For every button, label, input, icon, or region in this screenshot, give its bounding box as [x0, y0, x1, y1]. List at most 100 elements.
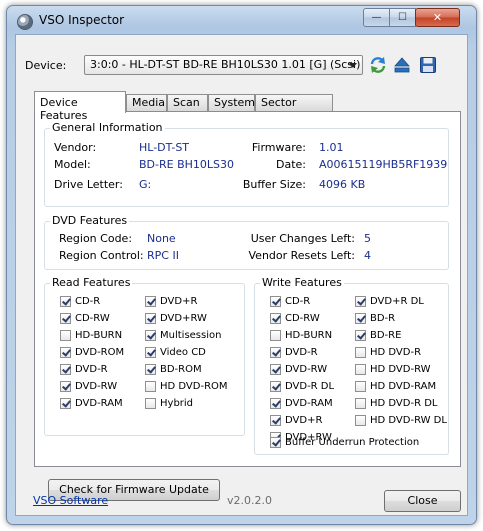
vendor-label: Vendor:	[54, 141, 97, 154]
checkmark-icon	[355, 296, 366, 307]
read-features-group: Read Features CD-R CD-RW HD-BURN DVD-ROM DVD…	[44, 276, 245, 436]
feature-checkbox[interactable]: DVD-ROM	[60, 347, 124, 361]
checkbox-empty-icon	[355, 415, 366, 426]
feature-checkbox[interactable]: DVD+RW	[145, 313, 207, 327]
checkmark-icon	[60, 398, 71, 409]
tab-system[interactable]: System	[208, 94, 255, 111]
tab-scan[interactable]: Scan	[167, 94, 208, 111]
feature-label: DVD-RAM	[285, 398, 333, 409]
feature-checkbox[interactable]: DVD-RAM	[60, 398, 123, 412]
feature-label: DVD+RW	[160, 313, 207, 324]
feature-checkbox[interactable]: DVD+R	[270, 415, 322, 429]
checkmark-icon	[60, 313, 71, 324]
feature-checkbox[interactable]: HD-BURN	[60, 330, 122, 344]
feature-checkbox[interactable]: Hybrid	[145, 398, 193, 412]
close-window-button[interactable]: ✕	[415, 8, 460, 27]
feature-checkbox[interactable]: CD-RW	[270, 313, 320, 327]
maximize-button[interactable]: ☐	[389, 8, 416, 27]
feature-checkbox[interactable]: BD-RE	[355, 330, 401, 344]
device-label: Device:	[25, 59, 67, 72]
write-features-title: Write Features	[260, 276, 344, 289]
feature-checkbox[interactable]: DVD+R DL	[355, 296, 424, 310]
model-label: Model:	[54, 158, 91, 171]
app-window: VSO Inspector — ☐ ✕ Device: 3:0:0 - HL-D…	[6, 5, 477, 525]
client-area: Device: 3:0:0 - HL-DT-ST BD-RE BH10LS30 …	[15, 34, 468, 516]
feature-checkbox[interactable]: DVD-RW	[60, 381, 117, 395]
feature-label: HD-BURN	[75, 330, 123, 341]
write-features-group: Write Features CD-R CD-RW HD-BURN DVD-R DVD-…	[254, 276, 449, 455]
checkbox-empty-icon	[145, 398, 156, 409]
feature-label: DVD-R	[285, 347, 318, 358]
feature-label: Hybrid	[160, 398, 194, 409]
feature-checkbox[interactable]: DVD+R	[145, 296, 197, 310]
feature-checkbox[interactable]: BD-R	[355, 313, 395, 327]
buffer-size-label: Buffer Size:	[242, 178, 306, 191]
feature-label: HD DVD-ROM	[160, 381, 228, 392]
feature-checkbox[interactable]: DVD-R	[270, 347, 318, 361]
checkbox-empty-icon	[145, 381, 156, 392]
feature-checkbox[interactable]: HD-BURN	[270, 330, 332, 344]
feature-checkbox[interactable]: CD-R	[270, 296, 310, 310]
checkmark-icon	[270, 313, 281, 324]
feature-label: DVD-RW	[285, 364, 328, 375]
buffer-underrun-label: Buffer Underrun Protection	[285, 437, 420, 448]
checkmark-icon	[270, 437, 281, 448]
feature-checkbox[interactable]: CD-RW	[60, 313, 110, 327]
region-code-value: None	[147, 232, 176, 245]
feature-label: DVD-ROM	[75, 347, 125, 358]
checkmark-icon	[145, 313, 156, 324]
tab-sector-viewer[interactable]: Sector Viewer	[255, 94, 333, 122]
feature-checkbox[interactable]: Video CD	[145, 347, 206, 361]
tab-device-features[interactable]: Device Features	[34, 91, 126, 122]
tab-media[interactable]: Media	[126, 94, 167, 111]
feature-label: CD-R	[75, 296, 101, 307]
feature-checkbox[interactable]: DVD-R DL	[270, 381, 334, 395]
checkbox-empty-icon	[355, 381, 366, 392]
dropdown-arrow-icon	[349, 63, 357, 68]
region-control-value: RPC II	[147, 249, 179, 262]
general-info-group: General Information Vendor: HL-DT-ST Mod…	[44, 121, 449, 207]
feature-checkbox[interactable]: DVD-RW	[270, 364, 327, 378]
checkmark-icon	[145, 364, 156, 375]
feature-label: DVD-RW	[75, 381, 118, 392]
feature-checkbox[interactable]: HD DVD-RAM	[355, 381, 436, 395]
checkmark-icon	[60, 381, 71, 392]
feature-label: DVD-R	[75, 364, 108, 375]
checkbox-empty-icon	[355, 398, 366, 409]
eject-icon[interactable]	[393, 56, 411, 74]
feature-checkbox[interactable]: DVD-RAM	[270, 398, 333, 412]
feature-label: HD DVD-RW DL	[370, 415, 447, 426]
vso-software-link[interactable]: VSO Software	[33, 494, 108, 507]
title-bar[interactable]: VSO Inspector — ☐ ✕	[7, 6, 476, 34]
feature-label: HD DVD-R DL	[370, 398, 438, 409]
feature-checkbox[interactable]: Multisession	[145, 330, 221, 344]
device-dropdown[interactable]: 3:0:0 - HL-DT-ST BD-RE BH10LS30 1.01 [G]…	[84, 55, 363, 75]
checkmark-icon	[145, 347, 156, 358]
checkmark-icon	[270, 364, 281, 375]
save-icon[interactable]	[419, 56, 437, 74]
feature-checkbox[interactable]: CD-R	[60, 296, 100, 310]
device-features-panel: General Information Vendor: HL-DT-ST Mod…	[34, 111, 461, 501]
minimize-button[interactable]: —	[363, 8, 390, 27]
checkmark-icon	[355, 330, 366, 341]
feature-label: DVD+R	[160, 296, 198, 307]
vendor-resets-label: Vendor Resets Left:	[248, 249, 356, 262]
feature-checkbox[interactable]: BD-ROM	[145, 364, 202, 378]
feature-checkbox[interactable]: HD DVD-RW DL	[355, 415, 447, 429]
buffer-underrun-checkbox[interactable]: Buffer Underrun Protection	[270, 437, 419, 451]
checkbox-empty-icon	[355, 364, 366, 375]
feature-label: HD DVD-RW	[370, 364, 431, 375]
checkmark-icon	[145, 296, 156, 307]
feature-label: BD-ROM	[160, 364, 202, 375]
feature-checkbox[interactable]: HD DVD-R DL	[355, 398, 437, 412]
feature-checkbox[interactable]: HD DVD-RW	[355, 364, 431, 378]
close-button[interactable]: Close	[384, 490, 461, 512]
feature-checkbox[interactable]: HD DVD-R	[355, 347, 421, 361]
refresh-icon[interactable]	[369, 56, 387, 74]
user-changes-value: 5	[364, 232, 371, 245]
vendor-value: HL-DT-ST	[139, 141, 190, 154]
feature-checkbox[interactable]: HD DVD-ROM	[145, 381, 228, 395]
checkmark-icon	[60, 364, 71, 375]
feature-checkbox[interactable]: DVD-R	[60, 364, 108, 378]
region-control-label: Region Control:	[59, 249, 144, 262]
